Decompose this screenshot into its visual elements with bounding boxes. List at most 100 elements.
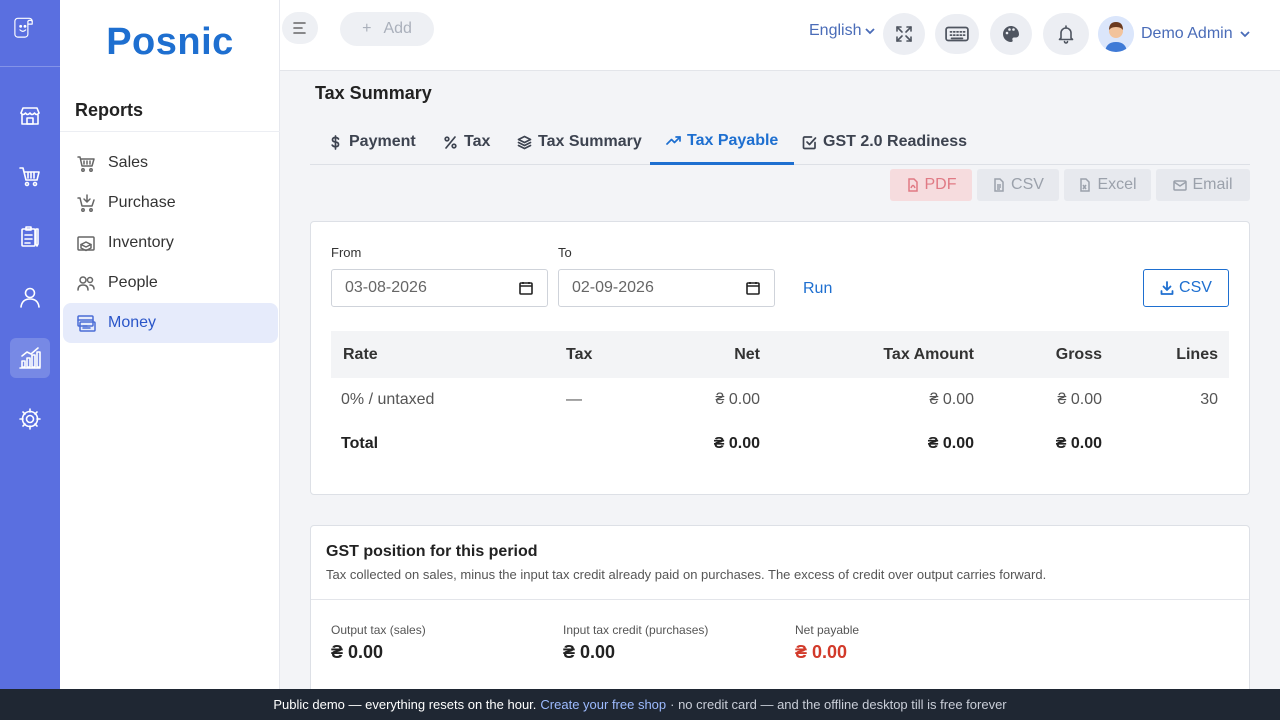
create-shop-link[interactable]: Create your free shop bbox=[540, 697, 666, 712]
calendar-icon[interactable] bbox=[519, 281, 533, 295]
user-menu[interactable]: Demo Admin bbox=[1098, 16, 1250, 52]
table-total-row: Total ₴ 0.00 ₴ 0.00 ₴ 0.00 bbox=[331, 422, 1229, 465]
net-payable-stat: Net payable ₴ 0.00 bbox=[795, 623, 859, 663]
clipboard-icon[interactable] bbox=[10, 217, 50, 257]
menu-icon bbox=[293, 22, 306, 34]
layers-icon bbox=[517, 135, 532, 149]
input-credit-stat: Input tax credit (purchases) ₴ 0.00 bbox=[563, 623, 708, 663]
from-date-input[interactable]: 03-08-2026 bbox=[331, 269, 548, 307]
output-tax-label: Output tax (sales) bbox=[331, 623, 426, 637]
total-label: Total bbox=[341, 434, 379, 452]
cell-tax: — bbox=[566, 391, 582, 408]
language-select[interactable]: English bbox=[809, 22, 876, 40]
sidebar-item-money[interactable]: Money bbox=[63, 303, 278, 343]
fullscreen-button[interactable] bbox=[883, 13, 925, 55]
icon-rail bbox=[0, 0, 60, 720]
sidebar-item-label: Inventory bbox=[108, 234, 174, 251]
download-csv-button[interactable]: CSV bbox=[1143, 269, 1229, 307]
from-label: From bbox=[331, 245, 362, 260]
cell-tax-amount: ₴ 0.00 bbox=[929, 391, 974, 408]
store-icon[interactable] bbox=[10, 96, 50, 136]
export-email-button[interactable]: Email bbox=[1156, 169, 1250, 201]
input-credit-label: Input tax credit (purchases) bbox=[563, 623, 709, 637]
total-lines bbox=[1113, 422, 1229, 465]
cell-gross: ₴ 0.00 bbox=[1057, 391, 1102, 408]
tab-label: GST 2.0 Readiness bbox=[823, 133, 968, 150]
chart-icon[interactable] bbox=[10, 338, 50, 378]
export-csv-button[interactable]: CSV bbox=[977, 169, 1059, 201]
tax-payable-card: From 03-08-2026 To 02-09-2026 Run CSV Ra… bbox=[310, 221, 1250, 495]
keyboard-button[interactable] bbox=[935, 14, 979, 54]
to-date-input[interactable]: 02-09-2026 bbox=[558, 269, 775, 307]
file-text-icon bbox=[994, 178, 1004, 192]
total-tax-amount: ₴ 0.00 bbox=[927, 434, 974, 452]
tab-payment[interactable]: Payment bbox=[312, 119, 432, 165]
col-header-net: Net bbox=[734, 345, 760, 363]
table-header-row: Rate Tax Net Tax Amount Gross Lines bbox=[331, 331, 1229, 378]
total-gross: ₴ 0.00 bbox=[1055, 434, 1102, 452]
download-icon bbox=[1160, 281, 1174, 295]
palette-icon bbox=[1003, 26, 1019, 42]
sidebar-item-people[interactable]: People bbox=[63, 263, 278, 303]
fullscreen-icon bbox=[896, 26, 912, 42]
tab-label: Tax Payable bbox=[687, 131, 779, 149]
tax-payable-table: Rate Tax Net Tax Amount Gross Lines 0% /… bbox=[331, 331, 1229, 465]
chevron-down-icon bbox=[1239, 29, 1250, 39]
brand-logo[interactable]: Posnic bbox=[60, 0, 280, 84]
envelope-icon bbox=[1173, 180, 1188, 191]
gst-title: GST position for this period bbox=[326, 543, 538, 560]
sidebar-item-label: People bbox=[108, 274, 158, 291]
user-icon[interactable] bbox=[10, 277, 50, 317]
plus-icon: + bbox=[362, 20, 372, 37]
export-pdf-button[interactable]: PDF bbox=[890, 169, 972, 201]
cart-icon[interactable] bbox=[10, 156, 50, 196]
app-logo-icon[interactable] bbox=[12, 14, 48, 50]
export-excel-label: Excel bbox=[1097, 176, 1137, 193]
sidebar-title: Reports bbox=[75, 100, 144, 120]
gear-icon[interactable] bbox=[10, 399, 50, 439]
reports-sidebar: Posnic Reports Sales Purchase Inventory … bbox=[60, 0, 280, 689]
tab-tax[interactable]: Tax bbox=[427, 119, 506, 165]
sidebar-item-sales[interactable]: Sales bbox=[63, 143, 278, 183]
to-label: To bbox=[558, 245, 572, 260]
add-button-label: Add bbox=[383, 20, 412, 37]
box-icon bbox=[75, 232, 97, 254]
export-email-label: Email bbox=[1192, 176, 1233, 193]
gst-divider bbox=[311, 599, 1249, 600]
add-button[interactable]: + Add bbox=[340, 12, 434, 46]
sidebar-item-purchase[interactable]: Purchase bbox=[63, 183, 278, 223]
sidebar-item-label: Money bbox=[108, 314, 157, 331]
sidebar-divider bbox=[60, 131, 280, 132]
basket-icon bbox=[75, 152, 97, 174]
keyboard-icon bbox=[945, 26, 969, 42]
col-header-rate: Rate bbox=[343, 345, 378, 363]
banner-text: Public demo — everything resets on the h… bbox=[273, 697, 537, 712]
download-csv-label: CSV bbox=[1179, 279, 1212, 296]
main-content: Tax Summary Payment Tax Tax Summary Tax … bbox=[280, 71, 1280, 689]
chevron-down-icon bbox=[865, 28, 876, 35]
theme-button[interactable] bbox=[990, 13, 1032, 55]
banner-tail: · no credit card — and the offline deskt… bbox=[670, 697, 1007, 712]
report-tabs: Payment Tax Tax Summary Tax Payable GST … bbox=[310, 119, 1250, 165]
sidebar-item-label: Sales bbox=[108, 154, 149, 171]
trend-up-icon bbox=[666, 136, 681, 145]
dollar-icon bbox=[331, 134, 340, 150]
calendar-icon[interactable] bbox=[746, 281, 760, 295]
avatar bbox=[1098, 16, 1134, 52]
col-header-lines: Lines bbox=[1176, 345, 1218, 363]
notifications-button[interactable] bbox=[1043, 13, 1089, 55]
run-button[interactable]: Run bbox=[803, 280, 832, 298]
menu-toggle-button[interactable] bbox=[282, 12, 318, 44]
export-excel-button[interactable]: Excel bbox=[1064, 169, 1151, 201]
percent-icon bbox=[444, 135, 457, 149]
tab-gst-readiness[interactable]: GST 2.0 Readiness bbox=[786, 119, 983, 165]
cart-download-icon bbox=[75, 192, 97, 214]
tab-tax-payable[interactable]: Tax Payable bbox=[650, 119, 795, 165]
sidebar-item-inventory[interactable]: Inventory bbox=[63, 223, 278, 263]
money-icon bbox=[75, 312, 97, 334]
col-header-gross: Gross bbox=[1055, 345, 1102, 363]
rail-divider bbox=[0, 66, 60, 67]
tab-tax-summary[interactable]: Tax Summary bbox=[501, 119, 658, 165]
total-tax bbox=[555, 422, 675, 465]
to-date-value: 02-09-2026 bbox=[572, 279, 654, 296]
